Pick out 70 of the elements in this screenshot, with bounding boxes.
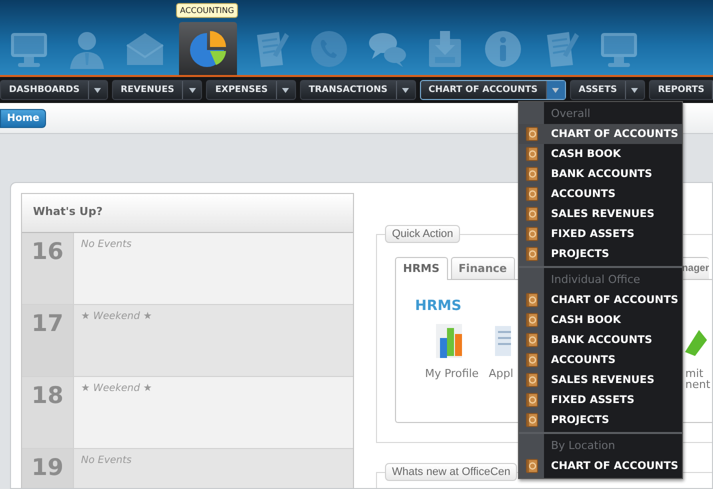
group-legend: Quick Action: [385, 225, 460, 243]
address-book-icon: [526, 393, 538, 407]
event-text: ★ Weekend ★: [80, 310, 152, 324]
menu-item[interactable]: PROJECTS: [519, 410, 682, 430]
tooltip: ACCOUNTING: [176, 3, 238, 18]
address-book-icon: [526, 167, 538, 181]
menu-heading: Individual Office: [550, 272, 642, 288]
address-book-icon: [526, 373, 538, 387]
day-number: 18: [22, 377, 74, 448]
address-book-icon: [526, 413, 538, 427]
menu-item[interactable]: ACCOUNTS: [519, 184, 682, 204]
menu-heading: Overall: [550, 106, 592, 122]
shortcut-label[interactable]: mit nent: [685, 368, 710, 390]
address-book-icon: [526, 293, 538, 307]
menu-item[interactable]: ACCOUNTS: [519, 350, 682, 370]
phone-icon[interactable]: [309, 29, 349, 69]
event-text: No Events: [80, 238, 132, 252]
nav-label[interactable]: EXPENSES: [207, 81, 276, 99]
menu-heading: By Location: [550, 438, 616, 454]
day-number: 19: [22, 449, 74, 488]
menu-item[interactable]: PROJECTS: [519, 244, 682, 264]
nav-menu-button[interactable]: REVENUES: [112, 80, 202, 100]
address-book-icon: [526, 147, 538, 161]
menu-item[interactable]: BANK ACCOUNTS: [519, 164, 682, 184]
menu-item[interactable]: FIXED ASSETS: [519, 224, 682, 244]
menu-item[interactable]: CASH BOOK: [519, 310, 682, 330]
tab[interactable]: HRMS: [395, 257, 448, 280]
address-book-icon: [526, 127, 538, 141]
nav-label[interactable]: REVENUES: [112, 81, 182, 99]
nav-label[interactable]: DASHBOARDS: [1, 81, 88, 99]
address-book-icon: [526, 187, 538, 201]
shortcut-label[interactable]: My Profile: [425, 368, 479, 379]
address-book-icon: [526, 227, 538, 241]
nav-menu-button[interactable]: CHART OF ACCOUNTS: [420, 80, 566, 100]
menu-item[interactable]: SALES REVENUES: [519, 204, 682, 224]
event-text: ★ Weekend ★: [80, 382, 152, 396]
menu-item[interactable]: BANK ACCOUNTS: [519, 330, 682, 350]
info-icon[interactable]: [483, 29, 523, 69]
address-book-icon: [526, 313, 538, 327]
nav-label[interactable]: TRANSACTIONS: [300, 81, 396, 99]
shortcut-label[interactable]: Appl: [488, 368, 514, 379]
day-number: 17: [22, 305, 74, 376]
nav-menu-button[interactable]: TRANSACTIONS: [300, 80, 416, 100]
panel-title: What's Up?: [22, 194, 353, 233]
address-book-icon: [526, 353, 538, 367]
nav-label[interactable]: ASSETS: [570, 81, 625, 99]
group-legend: Whats new at OfficeCen: [385, 463, 518, 481]
nav-menu-button[interactable]: ASSETS: [570, 80, 645, 100]
menu-item[interactable]: CHART OF ACCOUNTS: [519, 290, 682, 310]
address-book-icon: [526, 247, 538, 261]
person-icon[interactable]: [67, 29, 107, 69]
caret-icon[interactable]: [546, 81, 565, 99]
nav-label[interactable]: CHART OF ACCOUNTS: [420, 81, 546, 99]
tab[interactable]: Finance: [450, 257, 515, 279]
nav-menu-button[interactable]: DASHBOARDS: [0, 80, 108, 100]
section-heading: HRMS: [415, 298, 462, 314]
menu-item[interactable]: FIXED ASSETS: [519, 390, 682, 410]
menu-item[interactable]: CHART OF ACCOUNTS: [519, 456, 682, 476]
day-number: 16: [22, 233, 74, 304]
menu-item[interactable]: SALES REVENUES: [519, 370, 682, 390]
nav-label[interactable]: REPORTS: [650, 81, 712, 99]
menu-item[interactable]: CASH BOOK: [519, 144, 682, 164]
nav-menu-button[interactable]: EXPENSES: [206, 80, 296, 100]
address-book-icon: [526, 459, 538, 473]
pie-chart-icon: [188, 28, 228, 68]
menu-item[interactable]: CHART OF ACCOUNTS: [519, 124, 682, 144]
address-book-icon: [526, 333, 538, 347]
home-button[interactable]: Home: [0, 108, 46, 128]
event-text: No Events: [80, 454, 132, 468]
address-book-icon: [526, 207, 538, 221]
